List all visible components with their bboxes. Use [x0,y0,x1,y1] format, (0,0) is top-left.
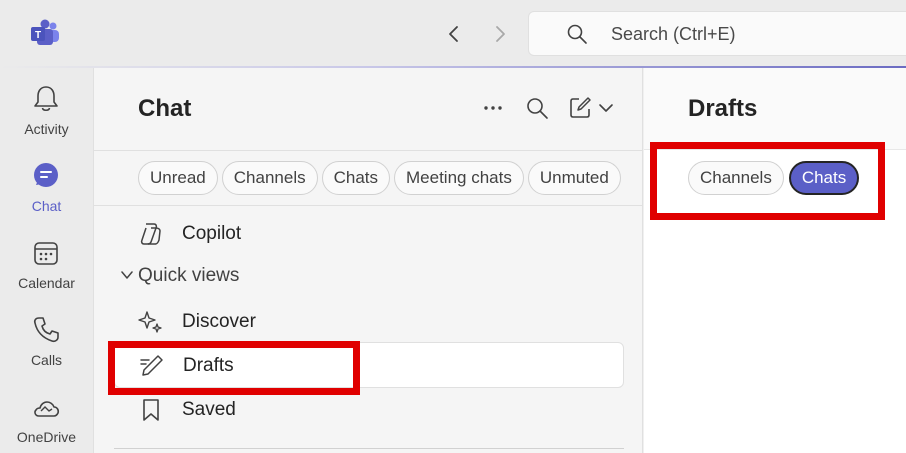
copilot-label: Copilot [182,223,242,244]
app-rail: Activity Chat Calendar Calls OneDrive [0,68,93,453]
filter-chats[interactable]: Chats [321,161,391,195]
search-placeholder: Search (Ctrl+E) [611,24,736,44]
svg-text:T: T [35,30,41,41]
calendar-icon [34,242,58,265]
quick-views-header[interactable]: Quick views [138,265,239,287]
more-options-icon[interactable] [480,96,506,120]
drafts-filter-pills: Channels Chats [688,161,860,195]
rail-item-chat[interactable]: Chat [0,151,93,221]
cloud-icon [34,401,60,417]
drafts-header: Drafts [644,68,906,150]
chevron-down-icon[interactable] [598,100,614,116]
page-title: Chat [138,95,192,122]
drafts-title: Drafts [688,95,758,122]
header-divider [94,150,642,151]
back-arrow-icon[interactable] [440,20,468,48]
rail-item-activity[interactable]: Activity [0,74,93,144]
chat-list-pane: Chat Unread Channels Chats Meeting chats… [93,68,643,453]
discover-label: Discover [182,311,256,332]
rail-label-chat: Chat [31,198,62,214]
phone-icon [33,317,59,343]
filter-search-icon[interactable] [525,96,549,120]
filter-meeting-chats[interactable]: Meeting chats [394,161,524,195]
forward-arrow-icon[interactable] [486,20,514,48]
bookmark-icon [143,399,159,421]
search-box[interactable]: Search (Ctrl+E) [528,11,906,56]
list-item-discover[interactable]: Discover [114,299,624,345]
filter-divider [94,205,642,206]
rail-label-calls: Calls [30,352,63,368]
bell-icon [34,86,58,112]
rail-label-calendar: Calendar [18,275,75,291]
filter-pills: Unread Channels Chats Meeting chats Unmu… [138,161,621,195]
rail-item-calls[interactable]: Calls [0,305,93,375]
drafts-filter-channels[interactable]: Channels [688,161,784,195]
drafts-filter-chats[interactable]: Chats [788,161,860,195]
list-item-saved[interactable]: Saved [114,387,624,433]
rail-label-activity: Activity [24,121,69,137]
filter-channels[interactable]: Channels [221,161,318,195]
rail-item-onedrive[interactable]: OneDrive [0,382,93,452]
list-item-copilot[interactable]: Copilot [114,211,624,257]
draft-pencil-icon [140,355,163,376]
title-bar: T Search (Ctrl+E) [0,0,906,67]
rail-label-onedrive: OneDrive [16,429,77,445]
list-divider [114,448,624,449]
drafts-pane: Drafts Channels Chats [644,68,906,453]
list-item-drafts[interactable]: Drafts [114,342,624,388]
chat-icon [34,163,58,187]
saved-label: Saved [182,399,236,420]
sparkle-icon [138,311,162,333]
chevron-down-icon[interactable] [120,268,134,282]
teams-logo-icon[interactable]: T [29,17,61,49]
filter-unmuted[interactable]: Unmuted [527,161,621,195]
filter-unread[interactable]: Unread [138,161,218,195]
search-icon [567,24,587,44]
drafts-label: Drafts [183,355,234,376]
rail-item-calendar[interactable]: Calendar [0,228,93,298]
copilot-icon [140,223,161,245]
new-chat-icon[interactable] [568,96,592,120]
